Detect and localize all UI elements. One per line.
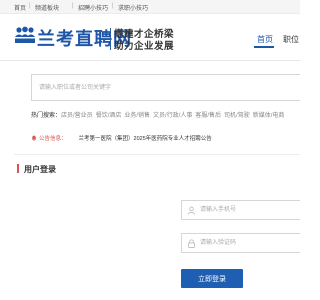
notice-label: 公告信息： [39, 136, 67, 142]
topbar-separator: | [29, 3, 31, 9]
nav-item-jobs[interactable]: 职位 [283, 34, 299, 45]
nav-item-home[interactable]: 首页 [257, 34, 273, 45]
hot-searches: 热门搜索：店员/营业员 餐饮/酒店 业务/销售 文员/行政/人事 客服/售后 司机/驾驶新… [31, 110, 287, 119]
hot-keyword[interactable]: 文员/行政/人事 [153, 113, 192, 119]
login-panel [14, 154, 300, 300]
hot-search-label: 热门搜索： [31, 113, 62, 119]
code-input[interactable] [200, 234, 296, 252]
nav-active-indicator [254, 46, 274, 48]
user-icon [187, 206, 196, 215]
hot-keyword[interactable]: 店员/营业员 [61, 113, 93, 119]
section-title-marker [17, 164, 19, 173]
hot-keyword[interactable]: 餐饮/酒店 [96, 113, 122, 119]
topbar-link-home[interactable]: 首页 [14, 3, 26, 12]
topbar-link-recruit-tips[interactable]: 招聘小技巧 [78, 3, 108, 12]
bell-icon [31, 135, 37, 141]
top-bar: 首页 | 频道板块 | 招聘小技巧 | 求职小技巧 [0, 0, 300, 14]
notice-bar: 公告信息： 兰考第一医院（集团）2025年医药院专业人才招聘公告 [31, 134, 212, 142]
slogan-line-2: 助力企业发展 [114, 41, 175, 52]
search-box [31, 74, 300, 101]
search-input[interactable] [32, 75, 300, 100]
login-title: 用户登录 [24, 165, 56, 174]
hot-keyword[interactable]: 司机/驾驶 [224, 113, 250, 119]
hot-keyword[interactable]: 客服/售后 [195, 113, 221, 119]
hot-keyword[interactable]: 业务/销售 [124, 113, 150, 119]
topbar-separator: | [72, 3, 74, 9]
logo-divider [110, 28, 111, 50]
login-button[interactable]: 立即登录 [181, 269, 243, 288]
topbar-separator: | [112, 3, 114, 9]
header-divider [0, 60, 300, 61]
hot-keyword[interactable]: 新媒体/电商 [253, 113, 285, 119]
phone-input[interactable] [200, 201, 296, 219]
topbar-link-job-tips[interactable]: 求职小技巧 [118, 3, 148, 12]
phone-field [181, 200, 300, 220]
topbar-link-channels[interactable]: 频道板块 [35, 3, 59, 12]
notice-link[interactable]: 兰考第一医院（集团）2025年医药院专业人才招聘公告 [79, 136, 212, 142]
lock-icon [188, 239, 195, 248]
people-group-icon[interactable] [14, 26, 36, 44]
code-field [181, 233, 300, 253]
